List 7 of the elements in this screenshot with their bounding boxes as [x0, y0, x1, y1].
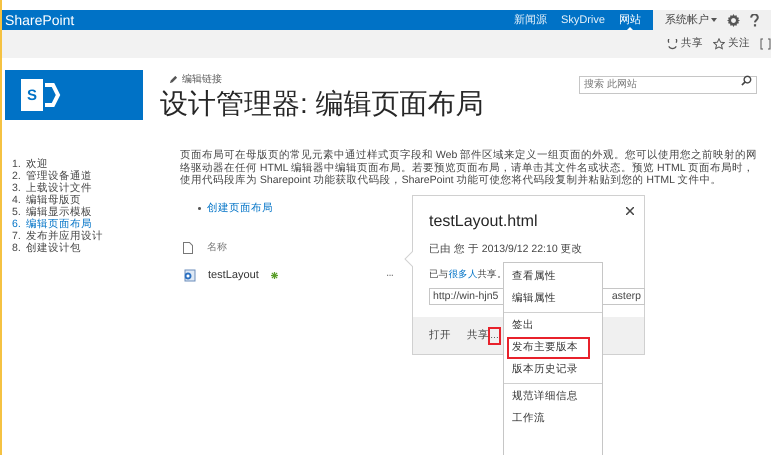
modified-text: 已由 您 于 2013/9/12 22:10 更改 [429, 242, 584, 257]
logo-letter: S [26, 88, 37, 102]
callout-title: testLayout.html [429, 212, 538, 232]
shared-text: 共享。 [478, 268, 507, 282]
description-text: 页面布局可在母版页的常见元素中通过样式页字段和 Web 部件区域来定义一组页面的外观。您可以使用您之前映射的网 络驱动器在任何 HTML 编辑器中编辑页面布局。若要预览页面布局，请单击其文件名或状态。预览 HTML 页面布局时， 使用代码段库为 Sharepoint 功能获取代码段，SharePoint 功能可使您将代码段复制并粘贴到您的 HTML 文件中。 [180, 149, 758, 186]
shared-text: 已与 [429, 268, 448, 282]
page-title: 设计管理器: 编辑页面布局 [160, 88, 484, 120]
